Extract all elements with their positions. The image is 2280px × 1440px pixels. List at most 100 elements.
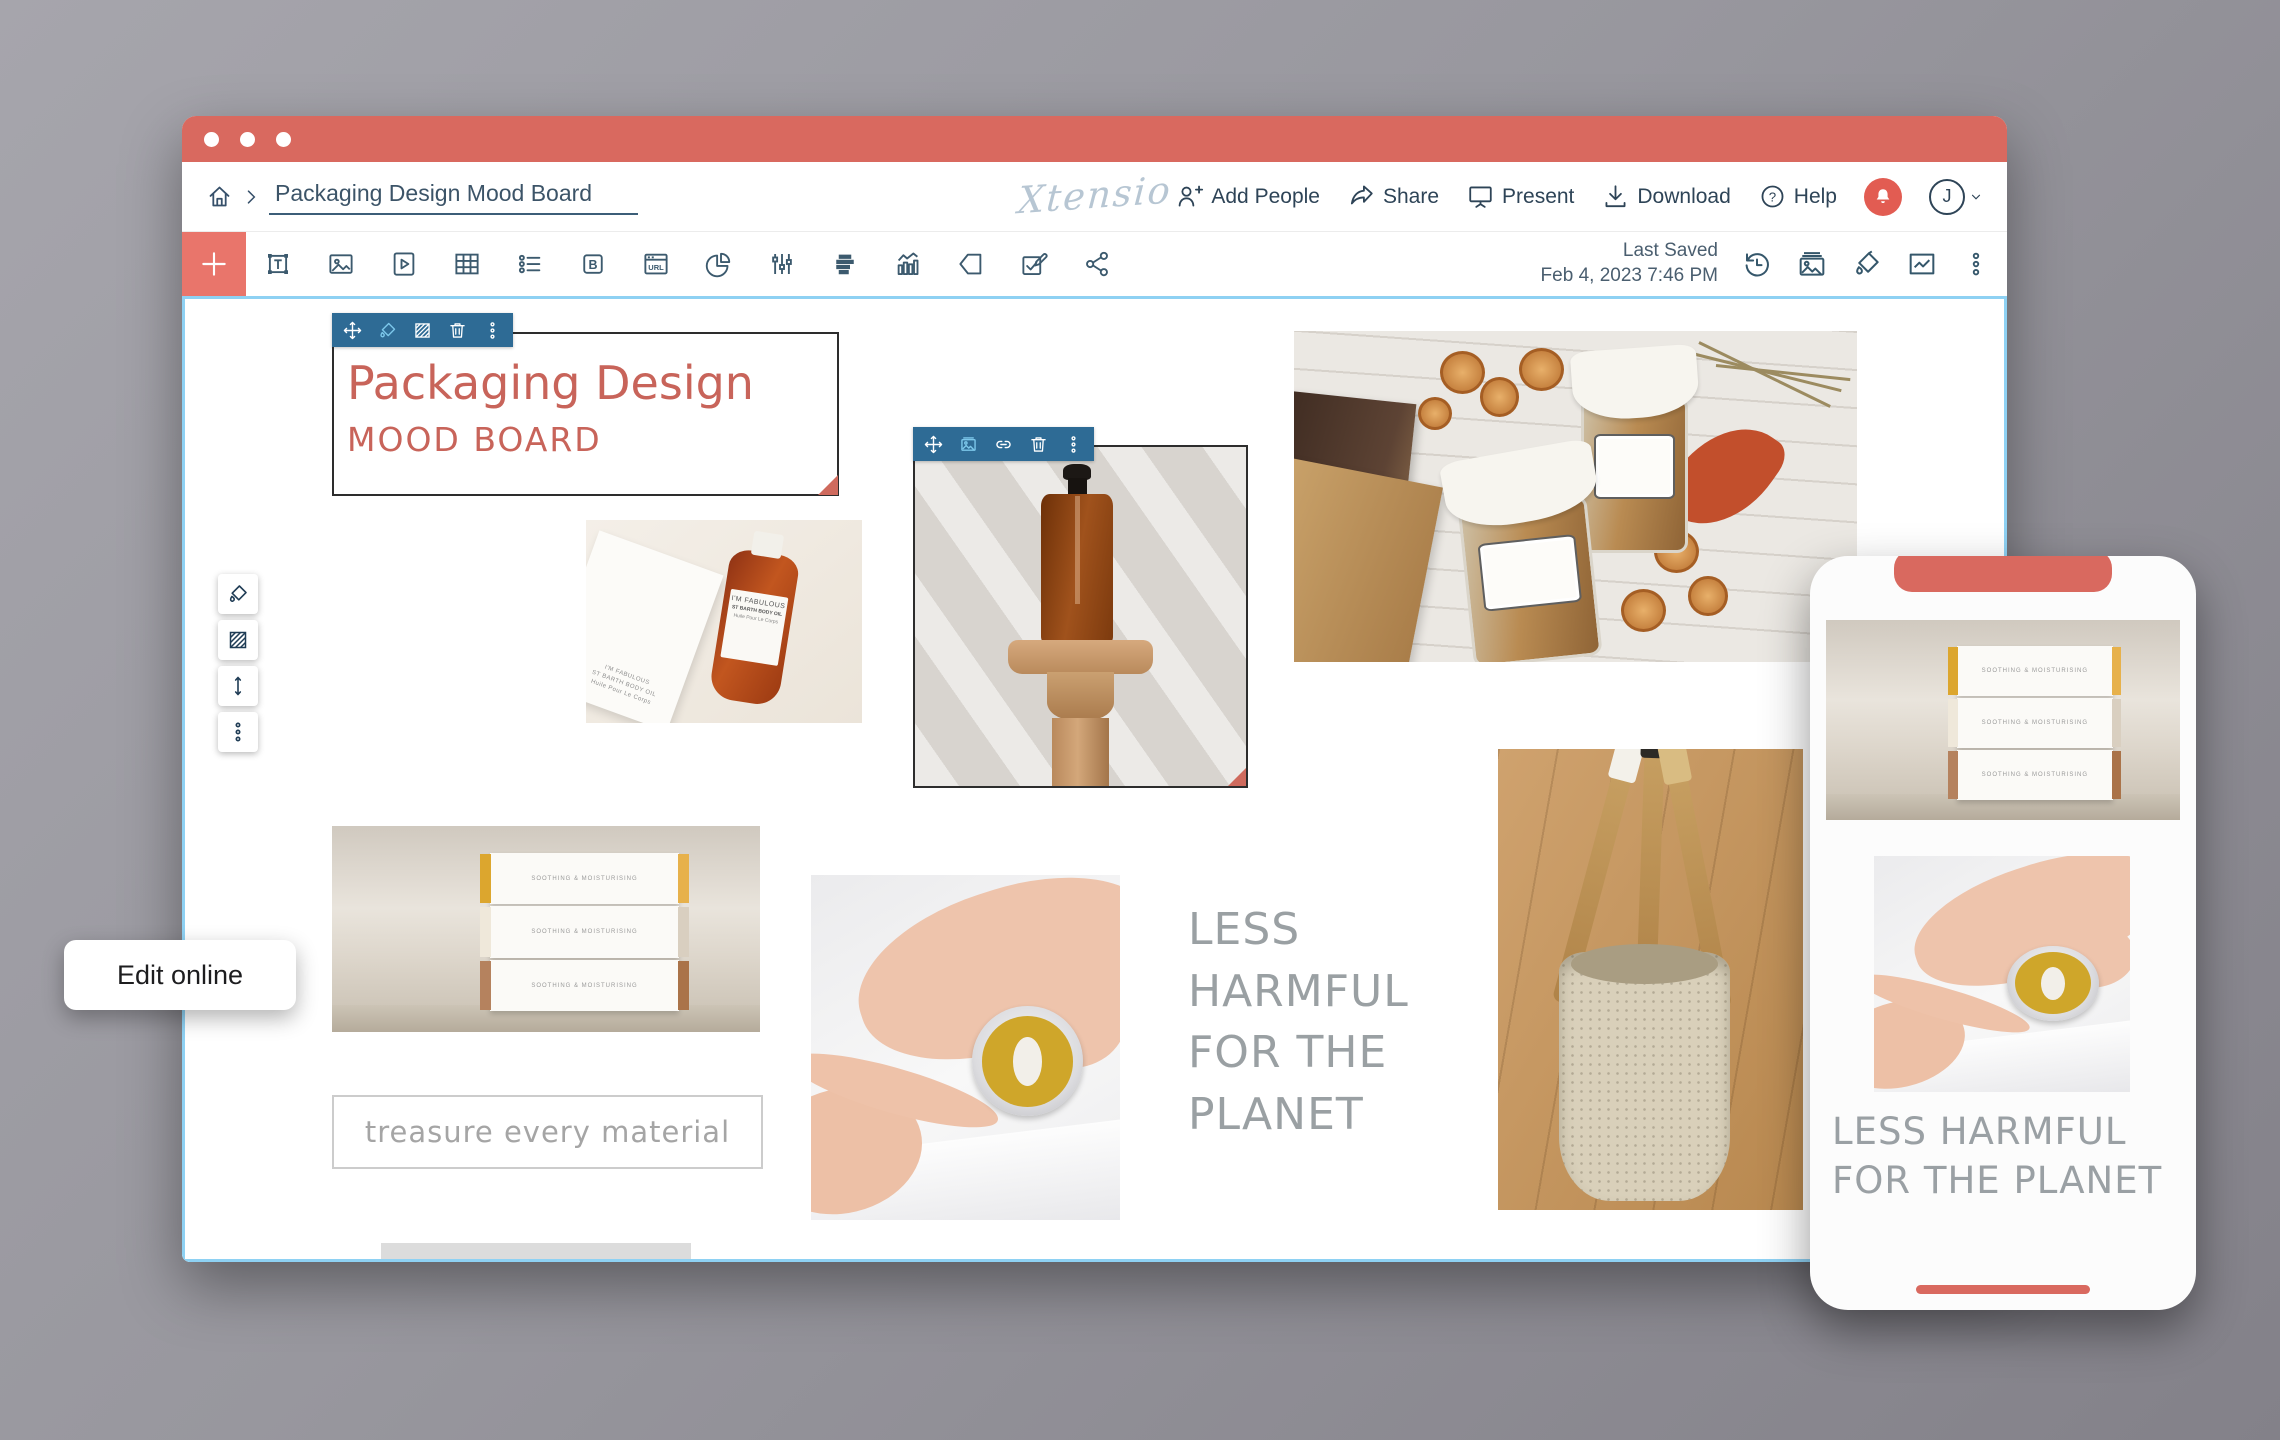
insert-text-button[interactable]	[246, 232, 309, 296]
insert-share-network-button[interactable]	[1065, 232, 1128, 296]
share-icon	[1347, 182, 1376, 211]
insert-table-button[interactable]	[435, 232, 498, 296]
pattern-fill-button[interactable]	[218, 620, 258, 660]
help-button[interactable]: ? Help	[1758, 182, 1837, 211]
chart-button[interactable]	[1906, 248, 1938, 280]
last-saved-time: Feb 4, 2023 7:46 PM	[1541, 264, 1718, 289]
table-icon	[452, 249, 482, 279]
xtensio-logo: Xtensio	[1016, 168, 1173, 222]
svg-text:B: B	[588, 258, 597, 272]
more-options-button[interactable]	[218, 712, 258, 752]
photo-bamboo-toothbrushes[interactable]	[1498, 749, 1803, 1210]
toolbar-right: Last Saved Feb 4, 2023 7:46 PM	[1541, 239, 2007, 288]
header-actions: Add People Share Present	[1175, 178, 1983, 216]
insert-image-button[interactable]	[309, 232, 372, 296]
add-people-button[interactable]: Add People	[1175, 182, 1320, 211]
document-title-input[interactable]: Packaging Design Mood Board	[269, 178, 638, 215]
partial-element[interactable]	[381, 1243, 691, 1262]
phone-notch	[1894, 556, 2112, 592]
delete-button[interactable]	[440, 313, 475, 347]
more-vertical-icon	[482, 320, 503, 341]
notifications-bell-icon	[1872, 186, 1894, 208]
help-icon: ?	[1758, 182, 1787, 211]
present-icon	[1466, 182, 1495, 211]
photo-dropper-bottle[interactable]	[913, 445, 1248, 788]
pattern-fill-button[interactable]	[405, 313, 440, 347]
share-button[interactable]: Share	[1347, 182, 1439, 211]
insert-list-button[interactable]	[498, 232, 561, 296]
resize-handle[interactable]	[818, 475, 838, 495]
align-bars-icon	[830, 249, 860, 279]
resize-handle[interactable]	[1227, 767, 1247, 787]
home-icon[interactable]	[206, 183, 233, 210]
breadcrumb: Packaging Design Mood Board	[206, 178, 638, 215]
share-network-icon	[1082, 249, 1112, 279]
resize-vertical-icon	[226, 674, 250, 698]
account-menu[interactable]: J	[1929, 179, 1983, 215]
insert-tools: B URL	[246, 232, 1128, 296]
background-image-button[interactable]	[1796, 248, 1828, 280]
trash-icon	[1028, 434, 1049, 455]
more-menu-button[interactable]	[1961, 249, 1991, 279]
pattern-fill-icon	[412, 320, 433, 341]
insert-sliders-button[interactable]	[750, 232, 813, 296]
document-canvas[interactable]: Packaging Design MOOD BOARD I'M FABULOUS…	[182, 296, 2007, 1262]
more-vertical-icon	[1063, 434, 1084, 455]
insert-pie-chart-button[interactable]	[687, 232, 750, 296]
jar	[1452, 444, 1603, 662]
insert-url-button[interactable]: URL	[624, 232, 687, 296]
window-control-dot[interactable]	[204, 132, 219, 147]
photo-dried-fruit-jars[interactable]	[1294, 331, 1857, 662]
insert-button-button[interactable]: B	[561, 232, 624, 296]
replace-image-icon	[958, 434, 979, 455]
history-button[interactable]	[1741, 248, 1773, 280]
toothbrush-cup	[1559, 952, 1730, 1201]
screen: Packaging Design Mood Board Xtensio Add …	[0, 0, 2280, 1440]
window-control-dot[interactable]	[276, 132, 291, 147]
text-icon	[263, 249, 293, 279]
replace-image-button[interactable]	[951, 427, 986, 461]
insert-stats-chart-button[interactable]	[876, 232, 939, 296]
caption-text-box[interactable]: treasure every material	[332, 1095, 763, 1169]
headline-text[interactable]: LESS HARMFUL FOR THE PLANET	[1188, 899, 1428, 1145]
delete-button[interactable]	[1021, 427, 1056, 461]
avatar-chevron-down-icon	[1969, 190, 1983, 204]
mood-board-title-block[interactable]: Packaging Design MOOD BOARD	[332, 332, 839, 496]
edit-online-button[interactable]: Edit online	[64, 940, 296, 1010]
more-vertical-icon	[1961, 249, 1991, 279]
download-icon	[1601, 182, 1630, 211]
present-button[interactable]: Present	[1466, 182, 1574, 211]
add-people-icon	[1175, 182, 1204, 211]
fill-paint-button[interactable]	[1851, 248, 1883, 280]
svg-text:URL: URL	[648, 263, 664, 272]
window-control-dot[interactable]	[240, 132, 255, 147]
more-vertical-icon	[226, 720, 250, 744]
svg-text:?: ?	[1769, 189, 1776, 204]
fill-paint-icon	[1851, 248, 1883, 280]
move-button[interactable]	[335, 313, 370, 347]
move-button[interactable]	[916, 427, 951, 461]
text-selection-toolbar	[332, 313, 513, 347]
notifications-button[interactable]	[1864, 178, 1902, 216]
fill-paint-button[interactable]	[218, 574, 258, 614]
resize-vertical-button[interactable]	[218, 666, 258, 706]
history-icon	[1741, 248, 1773, 280]
chart-icon	[1906, 248, 1938, 280]
link-button[interactable]	[986, 427, 1021, 461]
oil-bottle: I'M FABULOUS ST BARTH BODY OIL Huile Pou…	[703, 527, 809, 708]
download-button[interactable]: Download	[1601, 182, 1730, 211]
insert-align-bars-button[interactable]	[813, 232, 876, 296]
background-image-icon	[1796, 248, 1828, 280]
insert-video-button[interactable]	[372, 232, 435, 296]
plus-icon	[198, 248, 230, 280]
photo-soap-stack[interactable]: SOOTHING & MOISTURISING SOOTHING & MOIST…	[332, 826, 760, 1032]
photo-balm-hands[interactable]	[811, 875, 1120, 1220]
fill-paint-button[interactable]	[370, 313, 405, 347]
insert-checklist-button[interactable]	[1002, 232, 1065, 296]
add-module-button[interactable]	[182, 232, 246, 296]
section-toolbar	[218, 574, 258, 758]
more-options-button[interactable]	[1056, 427, 1091, 461]
more-options-button[interactable]	[475, 313, 510, 347]
insert-shape-button[interactable]	[939, 232, 1002, 296]
photo-body-oil[interactable]: I'M FABULOUS ST BARTH BODY OIL Huile Pou…	[586, 520, 862, 723]
